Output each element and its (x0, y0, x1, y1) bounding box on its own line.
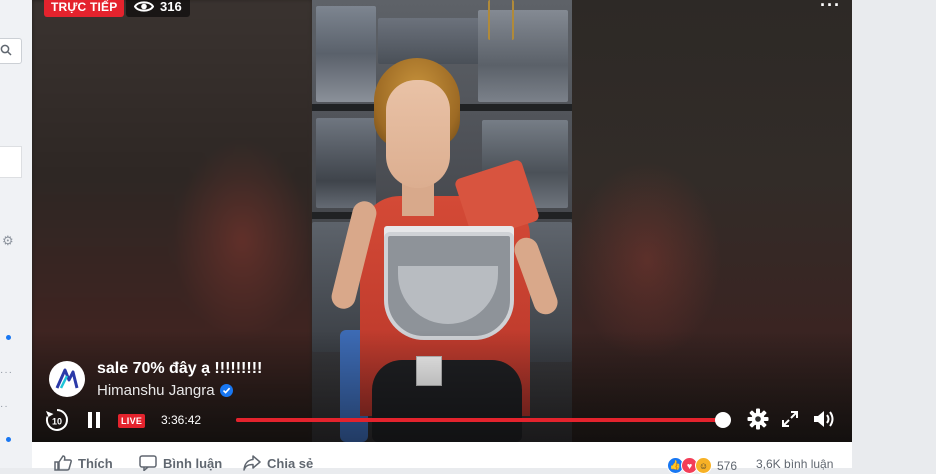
fullscreen-button[interactable] (781, 410, 799, 428)
eye-icon (134, 1, 154, 12)
notification-dot-icon (6, 437, 11, 442)
share-button[interactable]: Chia sẻ (243, 455, 313, 471)
displayed-garment (384, 232, 514, 340)
comment-label: Bình luận (163, 455, 223, 471)
live-indicator[interactable]: LIVE (118, 414, 146, 428)
pause-button[interactable] (86, 411, 102, 429)
share-icon (243, 455, 261, 471)
viewer-count: 316 (126, 0, 190, 17)
settings-button[interactable] (747, 408, 769, 430)
rewind-seconds: 10 (52, 417, 62, 427)
clothing-stack (378, 18, 488, 64)
comment-icon (139, 455, 157, 471)
live-badge: TRỰC TIẾP (44, 0, 125, 17)
sidebar-panel (0, 146, 22, 178)
video-title: sale 70% đây ạ !!!!!!!!! (97, 360, 263, 377)
expand-icon (782, 411, 798, 427)
author-row[interactable]: Himanshu Jangra (97, 382, 233, 399)
thumbs-up-icon (54, 455, 72, 471)
ellipsis-icon: ·· (0, 401, 9, 412)
clothing-stack (316, 6, 376, 102)
search-icon (0, 44, 12, 56)
share-label: Chia sẻ (267, 455, 314, 471)
haha-reaction-icon: ☺ (695, 457, 712, 474)
author-name[interactable]: Himanshu Jangra (97, 382, 215, 399)
clothing-stack (316, 118, 376, 208)
left-sidebar: ⚙ ··· ·· (0, 0, 32, 468)
right-margin (852, 0, 936, 468)
reaction-count: 576 (717, 458, 738, 473)
hanging-necklace (488, 0, 514, 40)
pause-icon (88, 412, 100, 428)
verified-badge-icon (219, 384, 233, 397)
viewer-count-value: 316 (160, 0, 182, 14)
progress-handle[interactable] (715, 412, 732, 428)
gear-icon[interactable]: ⚙ (2, 234, 16, 248)
avatar[interactable] (49, 361, 85, 397)
ellipsis-icon: ··· (0, 367, 13, 378)
elapsed-time: 3:36:42 (161, 413, 202, 427)
like-button[interactable]: Thích (54, 455, 113, 471)
notification-dot-icon (6, 335, 11, 340)
more-options-icon[interactable]: ··· (820, 0, 841, 16)
speaker-icon (814, 411, 834, 427)
reaction-summary[interactable]: 👍 ♥ ☺ 576 (667, 457, 737, 474)
channel-logo-icon (55, 368, 79, 389)
rewind-icon: 10 (46, 409, 68, 431)
comment-button[interactable]: Bình luận (139, 455, 222, 471)
rewind-10-button[interactable]: 10 (44, 407, 70, 433)
progress-fill (236, 418, 724, 422)
like-label: Thích (78, 455, 113, 471)
comment-count[interactable]: 3,6K bình luận (756, 457, 833, 471)
volume-button[interactable] (812, 408, 836, 430)
sidebar-search-box[interactable] (0, 38, 22, 64)
gear-icon (747, 408, 769, 430)
progress-bar[interactable] (236, 412, 732, 428)
presenter-face (386, 80, 450, 188)
